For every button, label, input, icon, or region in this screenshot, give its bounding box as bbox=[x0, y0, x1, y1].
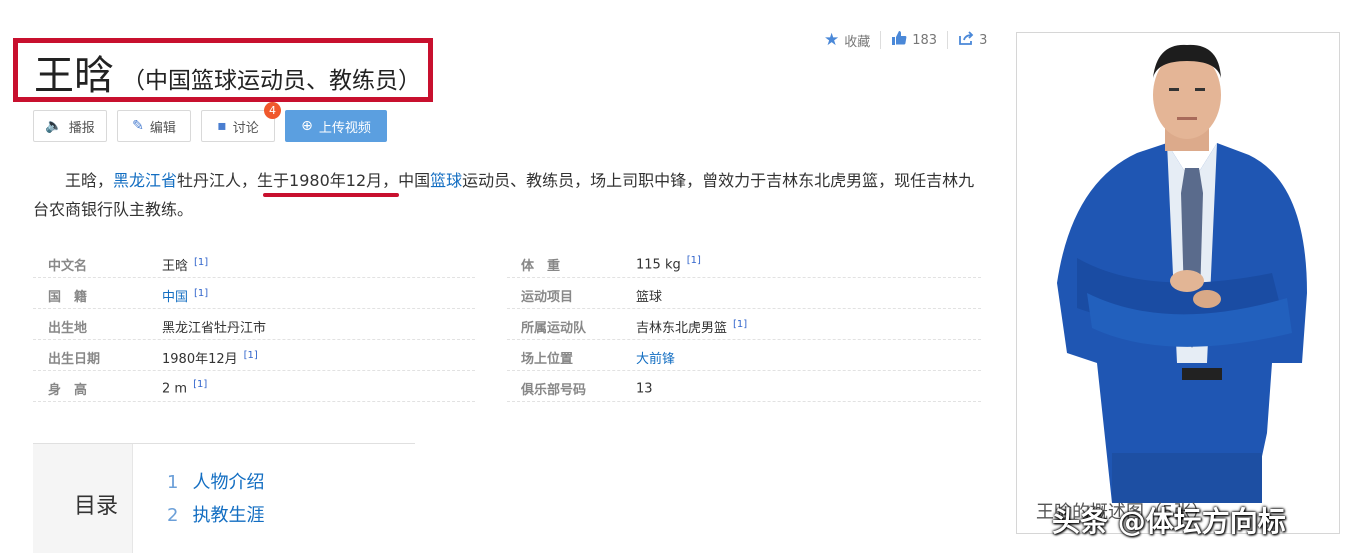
summary-text: 王晗， bbox=[65, 171, 114, 190]
info-value: 篮球 bbox=[636, 286, 668, 305]
info-value-text: 篮球 bbox=[636, 290, 663, 305]
info-value: 115 kg [1] bbox=[636, 255, 701, 272]
pencil-icon: ✎ bbox=[132, 118, 144, 134]
toc-item-coaching[interactable]: 2 执教生涯 bbox=[167, 501, 264, 527]
info-key: 中文名 bbox=[48, 259, 88, 274]
info-key: 体 重 bbox=[521, 259, 561, 274]
info-value-text: 115 kg bbox=[636, 257, 681, 273]
edit-button[interactable]: ✎ 编辑 bbox=[117, 110, 191, 142]
toc-item-label: 执教生涯 bbox=[192, 505, 265, 526]
info-row: 场上位置 大前锋 bbox=[507, 340, 981, 371]
info-key: 身 高 bbox=[48, 383, 88, 398]
link-basketball[interactable]: 篮球 bbox=[430, 171, 462, 190]
link-china[interactable]: 中国 bbox=[162, 290, 188, 305]
broadcast-label: 播报 bbox=[68, 120, 95, 136]
info-row: 所属运动队 吉林东北虎男篮 [1] bbox=[507, 309, 981, 340]
info-value-text: 黑龙江省牡丹江市 bbox=[162, 321, 267, 336]
info-row: 出生日期 1980年12月 [1] bbox=[33, 340, 475, 371]
broadcast-button[interactable]: 🔈 播报 bbox=[33, 110, 107, 142]
summary-paragraph: 王晗，黑龙江省牡丹江人，生于1980年12月，中国篮球运动员、教练员，场上司职中… bbox=[33, 166, 983, 224]
info-value: 吉林东北虎男篮 [1] bbox=[636, 317, 747, 336]
reference-link[interactable]: [1] bbox=[194, 288, 208, 299]
favorite-label: 收藏 bbox=[844, 34, 871, 50]
reference-link[interactable]: [1] bbox=[244, 350, 258, 361]
link-heilongjiang[interactable]: 黑龙江省 bbox=[113, 171, 177, 190]
info-value-text: 13 bbox=[636, 381, 653, 397]
stats-bar: ★ 收藏 183 3 bbox=[824, 30, 987, 50]
info-key: 俱乐部号码 bbox=[521, 383, 587, 398]
summary-text: 牡丹江人， bbox=[177, 171, 258, 190]
like-count: 183 bbox=[912, 32, 938, 48]
info-key: 所属运动队 bbox=[521, 321, 587, 336]
watermark: 头条 @体坛方向标 bbox=[1052, 505, 1286, 538]
summary-text: ，中国 bbox=[382, 171, 431, 190]
info-row: 体 重 115 kg [1] bbox=[507, 247, 981, 278]
divider bbox=[880, 31, 882, 49]
chat-icon: ▪ bbox=[217, 118, 227, 134]
toc-item-number: 1 bbox=[167, 472, 179, 493]
info-value: 黑龙江省牡丹江市 bbox=[162, 317, 272, 336]
reference-link[interactable]: [1] bbox=[194, 257, 208, 268]
info-value-text: 王晗 bbox=[162, 259, 189, 274]
info-value: 1980年12月 [1] bbox=[162, 348, 258, 367]
share-icon bbox=[958, 30, 974, 51]
info-key: 出生日期 bbox=[48, 352, 101, 367]
reference-link[interactable]: [1] bbox=[733, 319, 747, 330]
info-value-text: 1980年12月 bbox=[162, 352, 238, 367]
star-icon: ★ bbox=[824, 30, 840, 50]
link-power-forward[interactable]: 大前锋 bbox=[636, 352, 675, 367]
reference-link[interactable]: [1] bbox=[193, 379, 207, 390]
info-value: 中国 [1] bbox=[162, 286, 208, 305]
discuss-button[interactable]: ▪ 讨论 bbox=[201, 110, 275, 142]
share-button[interactable]: 3 bbox=[958, 30, 987, 51]
info-row: 身 高 2 m [1] bbox=[33, 371, 475, 402]
speaker-icon: 🔈 bbox=[45, 118, 63, 134]
birth-text: 生于1980年12月 bbox=[257, 171, 383, 190]
page-title: 王晗 bbox=[34, 53, 114, 99]
info-row: 国 籍 中国 [1] bbox=[33, 278, 475, 309]
thumbs-up-icon bbox=[891, 30, 907, 51]
toc-label: 目录 bbox=[74, 494, 119, 519]
portrait-illustration bbox=[1017, 33, 1339, 533]
like-button[interactable]: 183 bbox=[891, 30, 937, 51]
reference-link[interactable]: [1] bbox=[687, 255, 701, 266]
page-subtitle: （中国篮球运动员、教练员） bbox=[122, 68, 421, 94]
discuss-count-badge: 4 bbox=[264, 102, 281, 119]
info-row: 俱乐部号码 13 bbox=[507, 371, 981, 402]
favorite-button[interactable]: ★ 收藏 bbox=[824, 30, 870, 50]
info-value: 2 m [1] bbox=[162, 379, 207, 396]
info-key: 运动项目 bbox=[521, 290, 574, 305]
divider bbox=[947, 31, 949, 49]
toc-item-number: 2 bbox=[167, 505, 179, 526]
info-key: 出生地 bbox=[48, 321, 88, 336]
info-table-left: 中文名 王晗 [1] 国 籍 中国 [1] 出生地 黑龙江省牡丹江市 出生日期 19… bbox=[33, 247, 475, 402]
info-value: 13 bbox=[636, 379, 659, 396]
info-row: 出生地 黑龙江省牡丹江市 bbox=[33, 309, 475, 340]
info-value-text: 吉林东北虎男篮 bbox=[636, 321, 728, 336]
edit-label: 编辑 bbox=[149, 120, 176, 136]
info-row: 运动项目 篮球 bbox=[507, 278, 981, 309]
info-key: 国 籍 bbox=[48, 290, 88, 305]
share-count: 3 bbox=[979, 32, 988, 48]
portrait-photo[interactable] bbox=[1016, 32, 1340, 534]
info-key: 场上位置 bbox=[521, 352, 574, 367]
info-value: 大前锋 bbox=[636, 348, 681, 367]
info-value: 王晗 [1] bbox=[162, 255, 208, 274]
birth-underline-highlight bbox=[263, 193, 399, 197]
toc-item-intro[interactable]: 1 人物介绍 bbox=[167, 468, 264, 494]
upload-video-label: 上传视频 bbox=[318, 120, 371, 136]
upload-video-button[interactable]: ⊕ 上传视频 bbox=[285, 110, 387, 142]
info-table-right: 体 重 115 kg [1] 运动项目 篮球 所属运动队 吉林东北虎男篮 [1] 场… bbox=[507, 247, 981, 402]
toc-item-label: 人物介绍 bbox=[192, 472, 265, 493]
plus-circle-icon: ⊕ bbox=[301, 118, 313, 134]
discuss-label: 讨论 bbox=[232, 120, 259, 136]
info-value-text: 2 m bbox=[162, 381, 188, 397]
info-row: 中文名 王晗 [1] bbox=[33, 247, 475, 278]
